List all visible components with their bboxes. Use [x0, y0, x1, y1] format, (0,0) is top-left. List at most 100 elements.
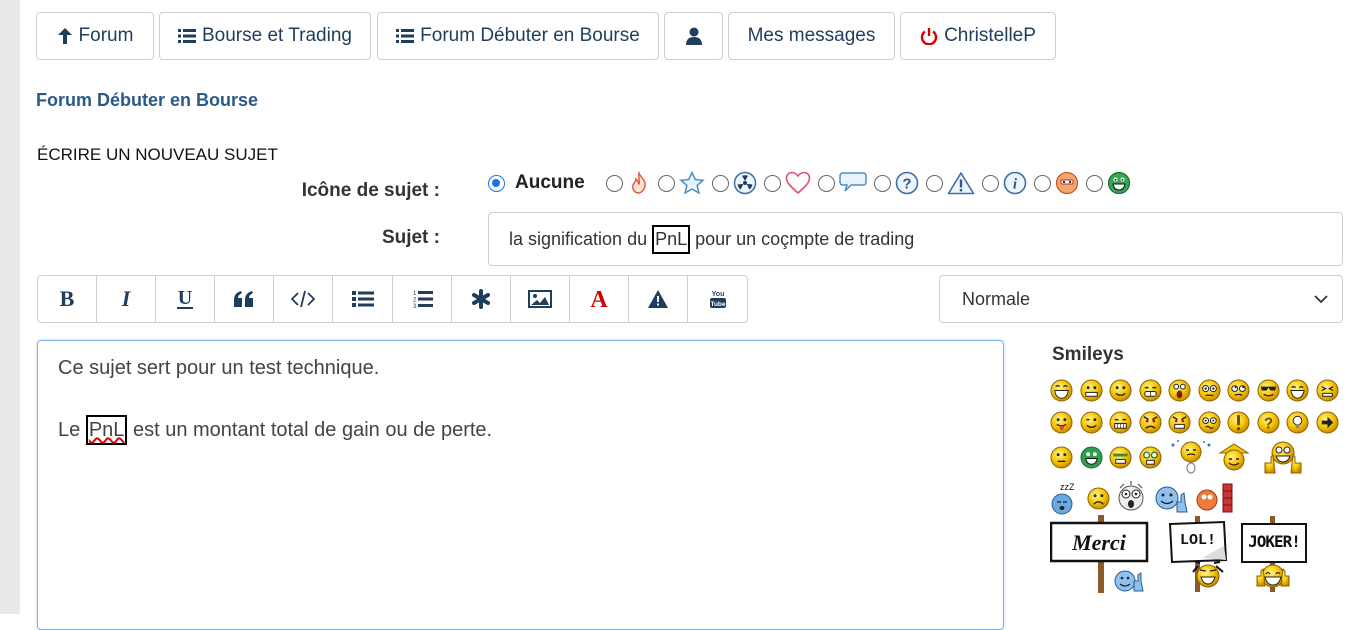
power-icon [920, 28, 938, 45]
squint-smiley-icon[interactable] [1315, 378, 1339, 402]
sick-smiley-icon[interactable] [1109, 445, 1132, 469]
nav-bourse-label: Bourse et Trading [202, 25, 352, 46]
icon-option-grin[interactable] [1085, 171, 1131, 195]
radio-warning[interactable] [925, 174, 943, 192]
icon-option-bubble[interactable] [817, 171, 867, 195]
sleeping-smiley-icon[interactable]: zzZ [1050, 480, 1080, 516]
nav-logout-button[interactable]: ChristelleP [900, 12, 1056, 60]
svg-text:I: I [121, 288, 132, 310]
icon-option-question[interactable]: ? [873, 171, 919, 195]
laugh-smiley-icon[interactable] [1050, 378, 1073, 402]
green-grin-smiley-icon[interactable] [1079, 445, 1103, 469]
radioactive-icon [733, 171, 756, 195]
radio-none[interactable] [488, 174, 505, 192]
icon-option-star[interactable] [657, 171, 705, 195]
icon-option-angry[interactable] [1033, 171, 1079, 195]
icon-option-flame[interactable] [605, 171, 651, 195]
icon-option-warning[interactable] [925, 171, 975, 195]
angry-red-smiley-icon[interactable] [1138, 410, 1162, 434]
image-button[interactable] [511, 276, 570, 322]
sad-smiley-icon[interactable] [1086, 486, 1110, 510]
lol-sign-smiley[interactable]: LOL! [1168, 516, 1238, 597]
svg-text:B: B [60, 288, 75, 310]
cool-smiley-icon[interactable] [1256, 378, 1280, 402]
question-icon: ? [895, 171, 918, 195]
smiley-row [1050, 374, 1345, 406]
subject-input[interactable]: la signification du PnL pour un coçmpte … [488, 212, 1343, 266]
idea-smiley-icon[interactable] [1286, 410, 1309, 434]
chinese-hat-smiley-icon[interactable] [1218, 441, 1250, 473]
thumbs-up-smiley-icon[interactable] [1263, 439, 1303, 475]
icon-option-radioactive[interactable] [711, 171, 757, 195]
joker-sign-smiley[interactable]: JOKER! [1240, 516, 1310, 597]
nav-messages-button[interactable]: Mes messages [728, 12, 895, 60]
smile-smiley-icon[interactable] [1109, 378, 1132, 402]
quote-button[interactable] [215, 276, 275, 322]
text-color-icon: A [590, 287, 608, 311]
nerd-smiley-icon[interactable] [1138, 445, 1162, 469]
radio-grin[interactable] [1085, 174, 1103, 192]
confused-smiley-icon[interactable] [1197, 410, 1221, 434]
font-size-select[interactable]: Normale [939, 275, 1343, 323]
svg-text:U: U [178, 287, 192, 309]
dizzy-smiley-icon[interactable] [1168, 439, 1214, 475]
head-bang-smiley-icon[interactable] [1195, 482, 1235, 514]
exclaim-smiley-icon[interactable] [1227, 410, 1250, 434]
numbered-list-button[interactable]: 123 [393, 276, 452, 322]
icon-option-none[interactable]: Aucune [488, 172, 599, 194]
neutral-smiley-icon[interactable] [1050, 445, 1073, 469]
nav-profile-button[interactable] [664, 12, 723, 60]
nav-debuter-button[interactable]: Forum Débuter en Bourse [377, 12, 659, 60]
icon-option-info[interactable]: i [981, 171, 1027, 195]
italic-button[interactable]: I [97, 276, 157, 322]
tongue-smiley-icon[interactable] [1050, 410, 1073, 434]
bullet-list-button[interactable] [333, 276, 393, 322]
svg-text:?: ? [1263, 415, 1272, 432]
forum-title-link[interactable]: Forum Débuter en Bourse [36, 90, 258, 111]
furious-smiley-icon[interactable] [1168, 410, 1191, 434]
nav-user-label: ChristelleP [944, 25, 1036, 46]
radio-flame[interactable] [605, 174, 623, 192]
text-color-button[interactable]: A [570, 276, 629, 322]
bold-button[interactable]: B [38, 276, 98, 322]
bold-icon: B [60, 288, 75, 310]
smileys-title: Smileys [1052, 344, 1124, 365]
warning-button[interactable] [629, 276, 689, 322]
nav-bourse-button[interactable]: Bourse et Trading [159, 12, 371, 60]
radio-info[interactable] [981, 174, 999, 192]
radio-star[interactable] [657, 174, 675, 192]
icon-none-label: Aucune [515, 172, 585, 193]
icon-option-heart[interactable] [763, 171, 811, 195]
asterisk-button[interactable] [452, 276, 511, 322]
roll-eyes-smiley-icon[interactable] [1227, 378, 1250, 402]
blue-thumbs-smiley-icon[interactable] [1153, 482, 1189, 514]
underline-button[interactable]: U [156, 276, 216, 322]
radio-bubble[interactable] [817, 174, 835, 192]
youtube-button[interactable]: You Tube [688, 276, 747, 322]
nervous-smiley-icon[interactable] [1109, 410, 1132, 434]
grimace-smiley-icon[interactable] [1079, 378, 1103, 402]
arrow-smiley-icon[interactable] [1315, 410, 1339, 434]
radio-angry[interactable] [1033, 174, 1051, 192]
svg-text:Tube: Tube [710, 301, 725, 308]
scared-smiley-icon[interactable] [1116, 480, 1146, 516]
svg-text:A: A [590, 287, 608, 311]
warning-icon [647, 290, 668, 308]
eyes-smiley-icon[interactable] [1197, 378, 1221, 402]
youtube-icon: You Tube [709, 291, 726, 308]
radio-question[interactable] [873, 174, 891, 192]
merci-sign-smiley[interactable]: Merci [1049, 515, 1150, 598]
big-grin-smiley-icon[interactable] [1286, 378, 1309, 402]
radio-radioactive[interactable] [711, 174, 729, 192]
question-smiley-icon[interactable]: ? [1256, 410, 1280, 434]
message-editor[interactable]: Ce sujet sert pour un test technique. Le… [37, 340, 1004, 630]
editor-line-1: Ce sujet sert pour un test technique. [58, 357, 380, 379]
code-button[interactable] [274, 276, 334, 322]
grin-icon [1107, 171, 1130, 195]
radio-heart[interactable] [763, 174, 781, 192]
underline-icon: U [177, 287, 194, 309]
shock-smiley-icon[interactable] [1168, 378, 1191, 402]
wink-smiley-icon[interactable] [1079, 410, 1103, 434]
nav-forum-button[interactable]: Forum [36, 12, 154, 60]
teeth-smiley-icon[interactable] [1138, 378, 1162, 402]
